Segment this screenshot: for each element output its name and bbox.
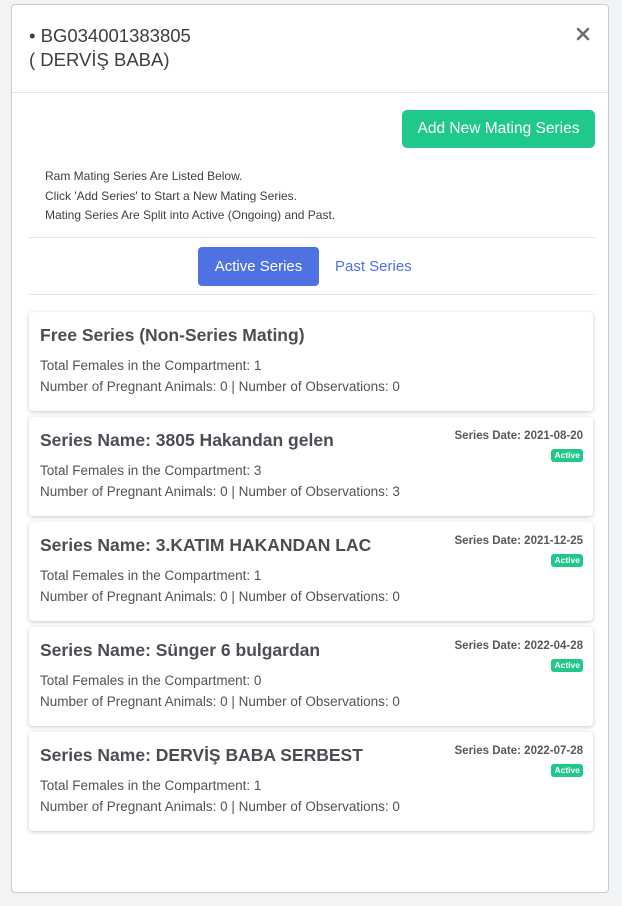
- series-title: Series Name: Sünger 6 bulgardan: [40, 640, 321, 660]
- series-card[interactable]: Series Name: DERVİŞ BABA SERBEST Series …: [29, 732, 593, 831]
- info-text: Ram Mating Series Are Listed Below. Clic…: [45, 167, 335, 226]
- series-card[interactable]: Series Name: 3.KATIM HAKANDAN LAC Series…: [29, 522, 593, 621]
- females-count: Total Females in the Compartment: 0: [40, 673, 262, 688]
- females-count: Total Females in the Compartment: 3: [40, 463, 262, 478]
- tab-active-series[interactable]: Active Series: [198, 247, 319, 286]
- females-count: Total Females in the Compartment: 1: [40, 778, 262, 793]
- series-stats: Number of Pregnant Animals: 0 | Number o…: [40, 484, 400, 499]
- info-line: Click 'Add Series' to Start a New Mating…: [45, 188, 298, 203]
- series-stats: Number of Pregnant Animals: 0 | Number o…: [40, 589, 400, 604]
- series-card[interactable]: Series Name: 3805 Hakandan gelen Series …: [29, 417, 593, 516]
- mating-series-modal: • BG034001383805 ( DERVİŞ BABA) Add New …: [11, 4, 609, 893]
- divider: [28, 237, 595, 238]
- info-line: Ram Mating Series Are Listed Below.: [45, 169, 243, 183]
- series-card[interactable]: Series Name: Sünger 6 bulgardan Series D…: [29, 627, 593, 726]
- modal-title: • BG034001383805 ( DERVİŞ BABA): [29, 24, 191, 72]
- series-card[interactable]: Free Series (Non-Series Mating) Total Fe…: [29, 312, 593, 411]
- add-mating-series-button[interactable]: Add New Mating Series: [402, 110, 595, 148]
- close-icon[interactable]: [574, 25, 592, 43]
- series-date: Series Date: 2022-07-28: [454, 745, 584, 757]
- series-date: Series Date: 2021-08-20: [454, 430, 584, 442]
- series-stats: Number of Pregnant Animals: 0 | Number o…: [40, 694, 400, 709]
- status-badge: Active: [551, 449, 583, 462]
- series-title: Series Name: DERVİŞ BABA SERBEST: [40, 745, 363, 765]
- modal-header: • BG034001383805 ( DERVİŞ BABA): [12, 5, 608, 93]
- status-badge: Active: [551, 554, 583, 567]
- series-title: Series Name: 3805 Hakandan gelen: [40, 430, 334, 450]
- series-date: Series Date: 2022-04-28: [454, 640, 584, 652]
- ram-name: ( DERVİŞ BABA): [29, 49, 170, 70]
- ram-id: • BG034001383805: [29, 25, 191, 46]
- series-title: Free Series (Non-Series Mating): [40, 325, 305, 345]
- series-date: Series Date: 2021-12-25: [454, 535, 584, 547]
- status-badge: Active: [551, 659, 583, 672]
- info-line: Mating Series Are Split into Active (Ong…: [45, 208, 336, 222]
- series-stats: Number of Pregnant Animals: 0 | Number o…: [40, 379, 400, 394]
- series-stats: Number of Pregnant Animals: 0 | Number o…: [40, 799, 400, 814]
- divider: [28, 294, 595, 295]
- females-count: Total Females in the Compartment: 1: [40, 568, 262, 583]
- females-count: Total Females in the Compartment: 1: [40, 358, 262, 373]
- tab-past-series[interactable]: Past Series: [335, 247, 412, 286]
- status-badge: Active: [551, 764, 583, 777]
- series-title: Series Name: 3.KATIM HAKANDAN LAC: [40, 535, 372, 555]
